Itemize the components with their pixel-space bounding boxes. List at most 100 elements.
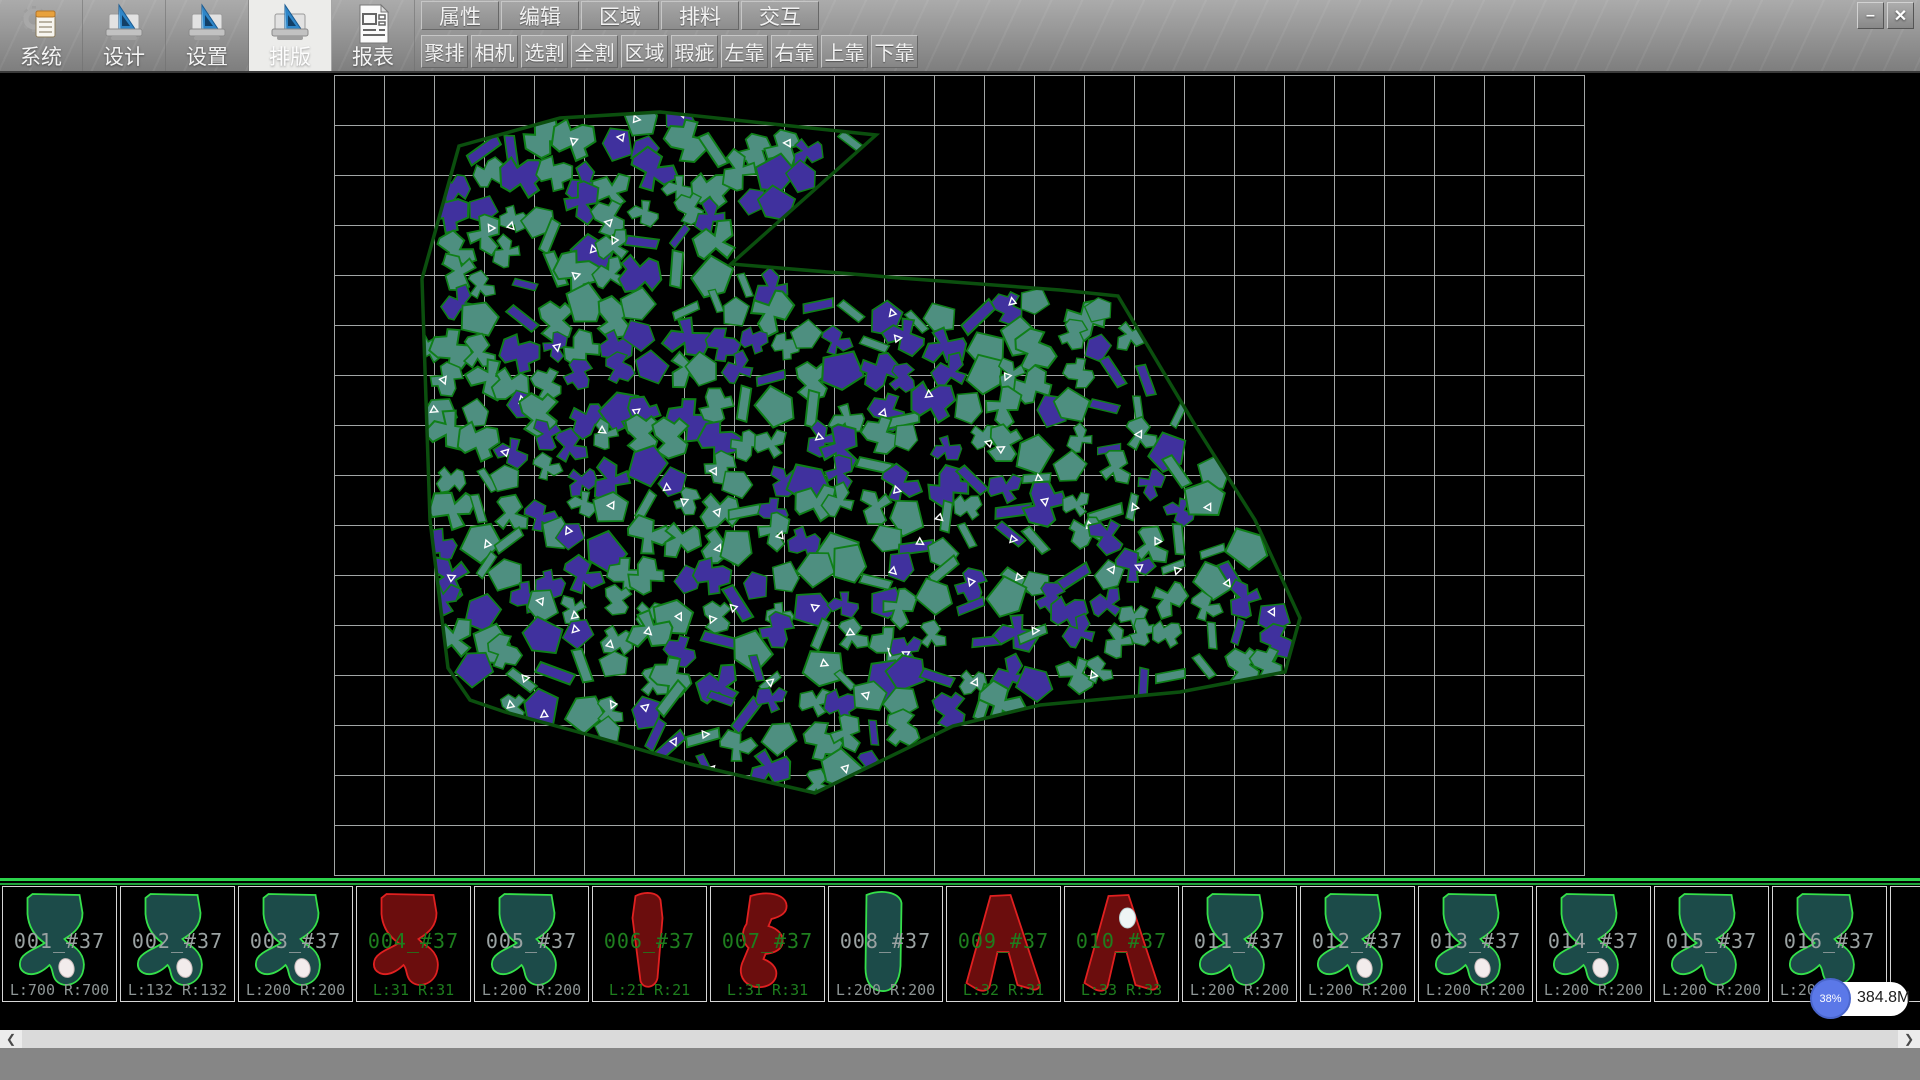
piece-thumbnail[interactable]: 008_#37 L:200 R:200 (828, 886, 943, 1002)
app-button-label: 报表 (352, 46, 394, 69)
piece-thumbnail[interactable]: 015_#37 L:200 R:200 (1654, 886, 1769, 1002)
piece-thumbnail[interactable]: 010_#37L:33 R:33 (1064, 886, 1179, 1002)
piece-thumbnail[interactable]: 002_#37 L:132 R:132 (120, 886, 235, 1002)
piece-id-label: 005_#37 (475, 929, 588, 953)
piece-id-label: 002_#37 (121, 929, 234, 953)
close-icon: ✕ (1894, 6, 1907, 26)
scroll-left-arrow-icon[interactable]: ❮ (0, 1030, 22, 1048)
menu-tab-nesting[interactable]: 排料 (661, 1, 739, 30)
ruler-icon (184, 2, 230, 46)
tool-button-cluster-nest[interactable]: 聚排 (421, 35, 468, 68)
menu-tab-row: 属性编辑区域排料交互 (421, 1, 921, 32)
piece-thumbnail[interactable]: 001_#37 L:700 R:700 (2, 886, 117, 1002)
nesting-layout-svg (0, 73, 1920, 878)
piece-count-label: L:200 R:200 (1655, 981, 1768, 999)
piece-thumbnail[interactable]: 012_#37 L:200 R:200 (1300, 886, 1415, 1002)
app-button-label: 排版 (269, 46, 311, 69)
app-button-label: 设计 (103, 46, 145, 69)
piece-count-label: L:31 R:31 (711, 981, 824, 999)
piece-id-label: 016_#37 (1773, 929, 1886, 953)
piece-thumbnail[interactable]: 004_#37 L:31 R:31 (356, 886, 471, 1002)
app-button-label: 设置 (186, 46, 228, 69)
gear-notes-icon (18, 2, 64, 46)
piece-id-label: 003_#37 (239, 929, 352, 953)
memory-usage-label: 384.8M (1857, 989, 1910, 1007)
piece-count-label: L:32 R:31 (947, 981, 1060, 999)
piece-count-label: L:31 R:31 (357, 981, 470, 999)
tool-button-align-right[interactable]: 右靠 (771, 35, 818, 68)
piece-id-label: 014_#37 (1537, 929, 1650, 953)
piece-id-label: 009_#37 (947, 929, 1060, 953)
piece-thumbnail[interactable]: 009_#37 L:32 R:31 (946, 886, 1061, 1002)
progress-percent-badge: 38% (1810, 978, 1851, 1019)
menu-tab-edit[interactable]: 编辑 (501, 1, 579, 30)
piece-id-label: 007_#37 (711, 929, 824, 953)
scroll-right-arrow-icon[interactable]: ❯ (1898, 1030, 1920, 1048)
tool-button-defect[interactable]: 瑕疵 (671, 35, 718, 68)
app-button-report[interactable]: 报表 (332, 0, 415, 71)
window-controls: – ✕ (1857, 2, 1914, 29)
tool-button-align-bottom[interactable]: 下靠 (871, 35, 918, 68)
piece-count-label: L:200 R:200 (1419, 981, 1532, 999)
report-icon (350, 2, 396, 46)
app-launcher: 系统 设计 设置 排版 报表 (0, 0, 415, 71)
tool-button-region[interactable]: 区域 (621, 35, 668, 68)
piece-id-label: 012_#37 (1301, 929, 1414, 953)
piece-thumbnail[interactable]: 005_#37L:200 R:200 (474, 886, 589, 1002)
tool-button-row: 聚排相机选割全割区域瑕疵左靠右靠上靠下靠 (421, 35, 921, 71)
app-button-system[interactable]: 系统 (0, 0, 83, 71)
close-button[interactable]: ✕ (1887, 2, 1914, 29)
tool-button-select-cut[interactable]: 选割 (521, 35, 568, 68)
tool-button-camera[interactable]: 相机 (471, 35, 518, 68)
piece-count-label: L:200 R:200 (1301, 981, 1414, 999)
memory-progress-badge[interactable]: 38% 384.8M (1812, 982, 1908, 1016)
piece-thumbnail[interactable]: 006_#37 L:21 R:21 (592, 886, 707, 1002)
minimize-icon: – (1866, 7, 1875, 25)
application-window: 系统设计设置排版报表 属性编辑区域排料交互 聚排相机选割全割区域瑕疵左靠右靠上靠… (0, 0, 1920, 1080)
app-button-label: 系统 (20, 46, 62, 69)
minimize-button[interactable]: – (1857, 2, 1884, 29)
scrollbar-track[interactable] (22, 1030, 1898, 1048)
piece-count-label: L:21 R:21 (593, 981, 706, 999)
piece-id-label: 013_#37 (1419, 929, 1532, 953)
menu-tab-properties[interactable]: 属性 (421, 1, 499, 30)
ruler-icon (101, 2, 147, 46)
app-button-design[interactable]: 设计 (83, 0, 166, 71)
strip-divider-line-2 (0, 883, 1920, 885)
piece-id-label: 010_#37 (1065, 929, 1178, 953)
app-button-settings[interactable]: 设置 (166, 0, 249, 71)
menu-block: 属性编辑区域排料交互 聚排相机选割全割区域瑕疵左靠右靠上靠下靠 (421, 1, 921, 71)
tool-button-align-top[interactable]: 上靠 (821, 35, 868, 68)
app-button-layout[interactable]: 排版 (249, 0, 332, 71)
tool-button-cut-all[interactable]: 全割 (571, 35, 618, 68)
piece-count-label: L:200 R:200 (829, 981, 942, 999)
piece-thumbnail[interactable]: 007_#37 L:31 R:31 (710, 886, 825, 1002)
piece-shape-preview (1896, 888, 1920, 1000)
piece-count-label: L:200 R:200 (1183, 981, 1296, 999)
strip-divider-line (0, 878, 1920, 881)
menu-tab-interact[interactable]: 交互 (741, 1, 819, 30)
piece-thumbnail-strip: 001_#37L:700 R:700002_#37L:132 R:132003_… (0, 878, 1920, 1030)
horizontal-scrollbar[interactable]: ❮ ❯ (0, 1030, 1920, 1048)
piece-id-label: 008_#37 (829, 929, 942, 953)
nested-pieces-layer (407, 96, 1299, 802)
piece-id-label: 011_#37 (1183, 929, 1296, 953)
piece-thumbnail[interactable]: 013_#37 L:200 R:200 (1418, 886, 1533, 1002)
menu-tab-region[interactable]: 区域 (581, 1, 659, 30)
piece-id-label: 001_#37 (3, 929, 116, 953)
nesting-canvas[interactable] (0, 73, 1920, 878)
ruler-icon (267, 2, 313, 46)
piece-count-label: L:200 R:200 (239, 981, 352, 999)
piece-thumbnail-list: 001_#37L:700 R:700002_#37L:132 R:132003_… (2, 886, 1920, 1004)
piece-thumbnail[interactable]: 011_#37 L:200 R:200 (1182, 886, 1297, 1002)
progress-percent: 38% (1819, 993, 1841, 1005)
piece-thumbnail[interactable]: 003_#37 L:200 R:200 (238, 886, 353, 1002)
piece-id-label: 006_#37 (593, 929, 706, 953)
piece-thumbnail[interactable]: 014_#37 L:200 R:200 (1536, 886, 1651, 1002)
piece-id-label: 015_#37 (1655, 929, 1768, 953)
piece-count-label: L:700 R:700 (3, 981, 116, 999)
piece-id-label: 004_#37 (357, 929, 470, 953)
piece-count-label: L:132 R:132 (121, 981, 234, 999)
piece-count-label: L:200 R:200 (1537, 981, 1650, 999)
tool-button-align-left[interactable]: 左靠 (721, 35, 768, 68)
